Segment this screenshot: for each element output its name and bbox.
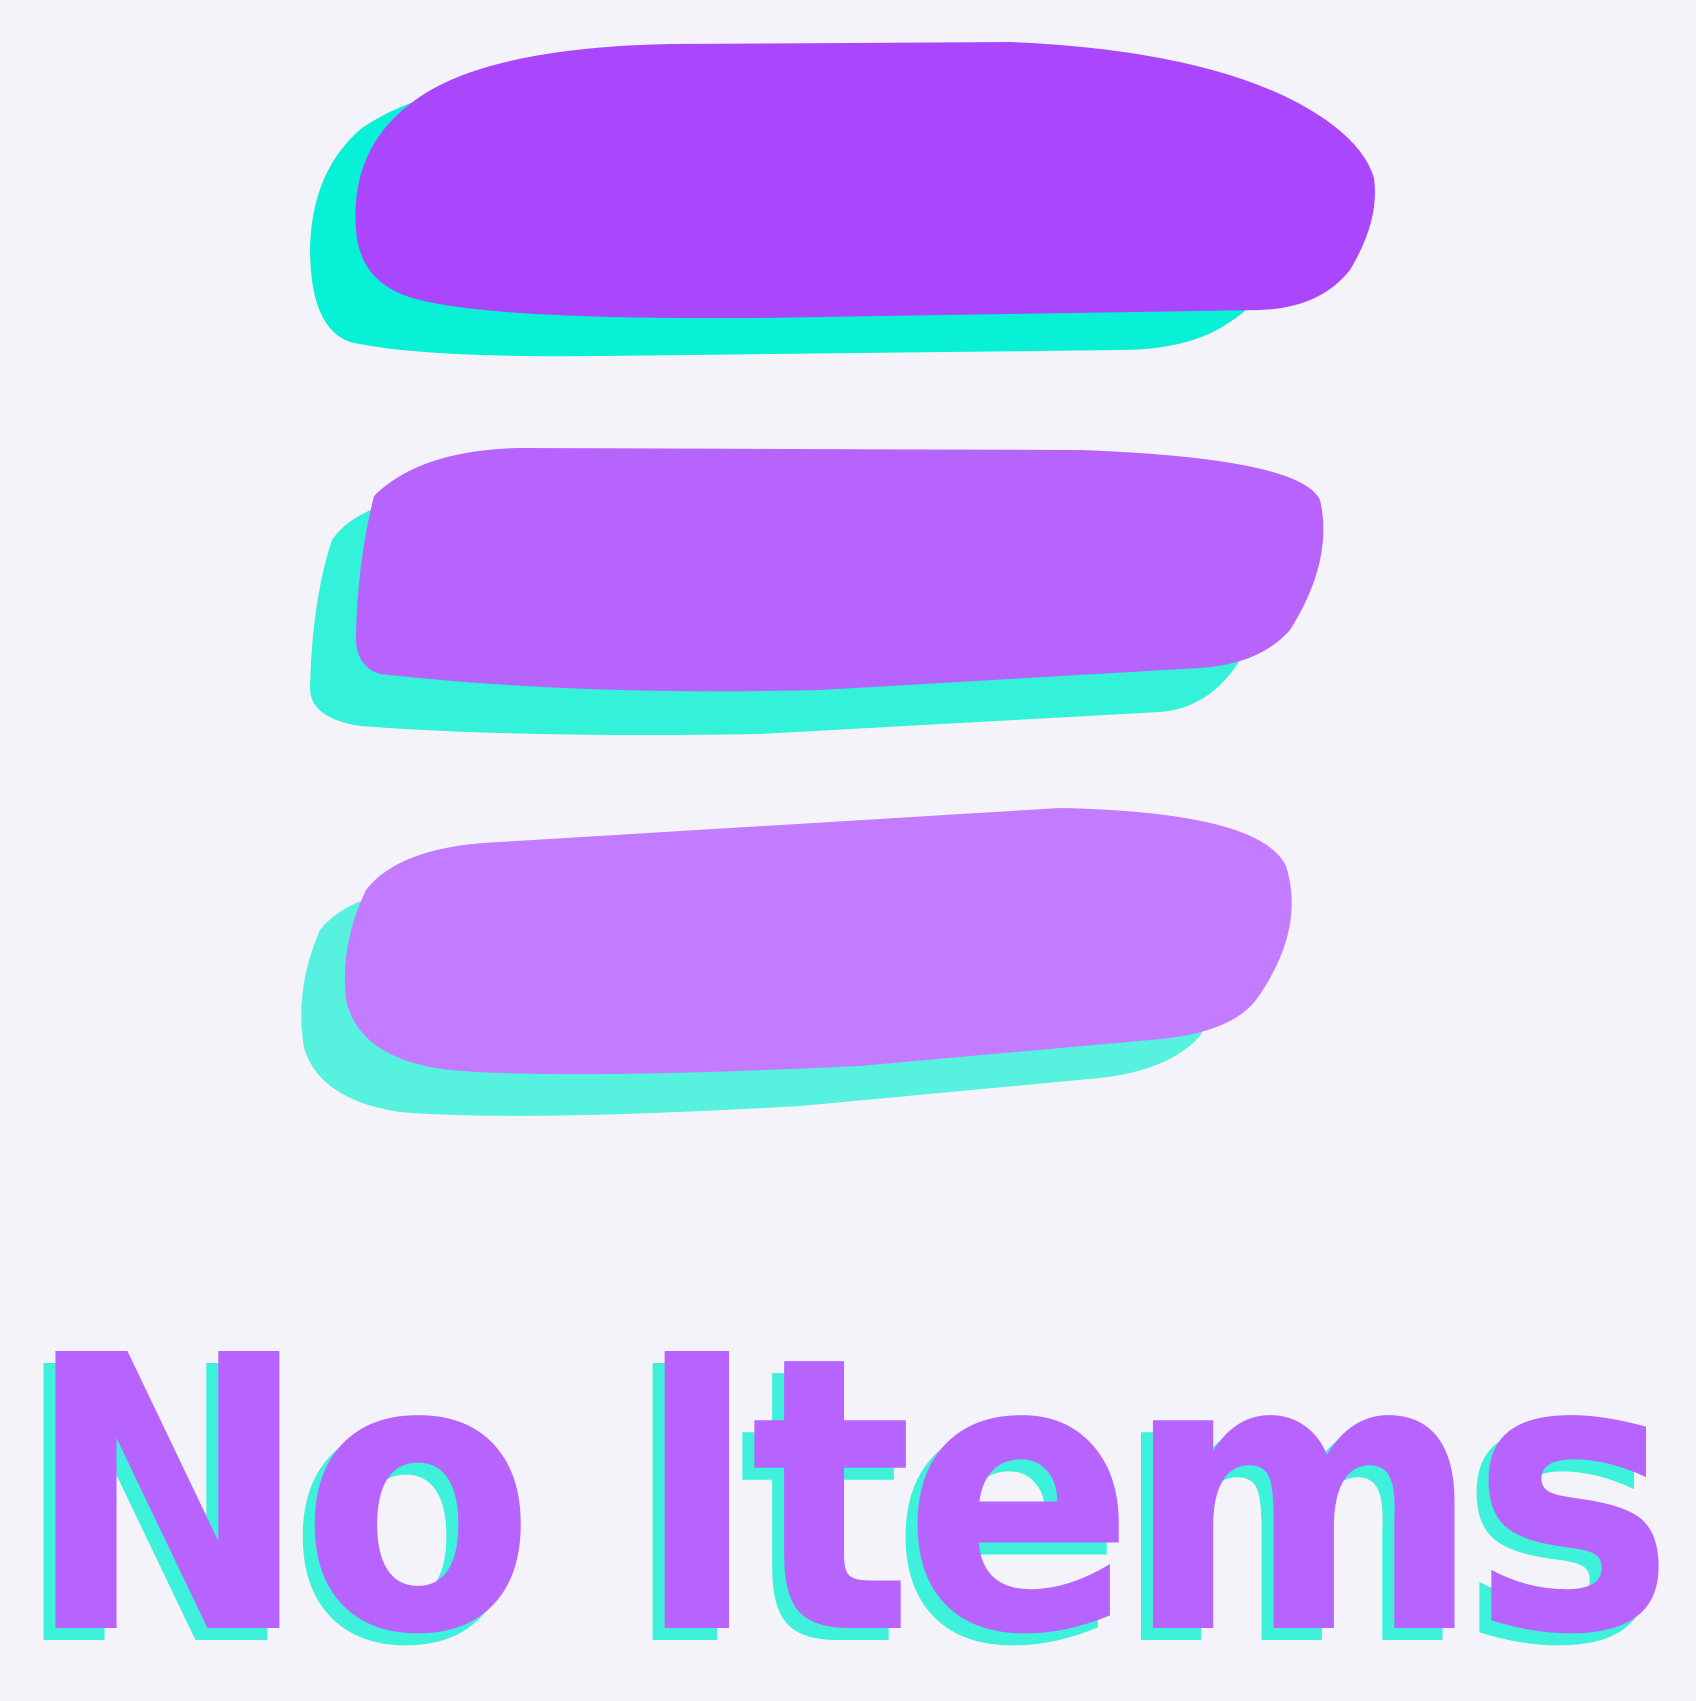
placeholder-bar-1 — [310, 42, 1375, 357]
empty-state-title: No Items No Items — [0, 1300, 1696, 1680]
placeholder-bar-2 — [310, 448, 1324, 735]
placeholder-bar-2-fill — [355, 448, 1324, 692]
placeholder-bar-1-fill — [355, 42, 1375, 319]
placeholder-bar-3 — [301, 808, 1292, 1116]
empty-state-title-text: No Items — [24, 1300, 1664, 1680]
placeholder-bar-3-fill — [344, 808, 1292, 1075]
